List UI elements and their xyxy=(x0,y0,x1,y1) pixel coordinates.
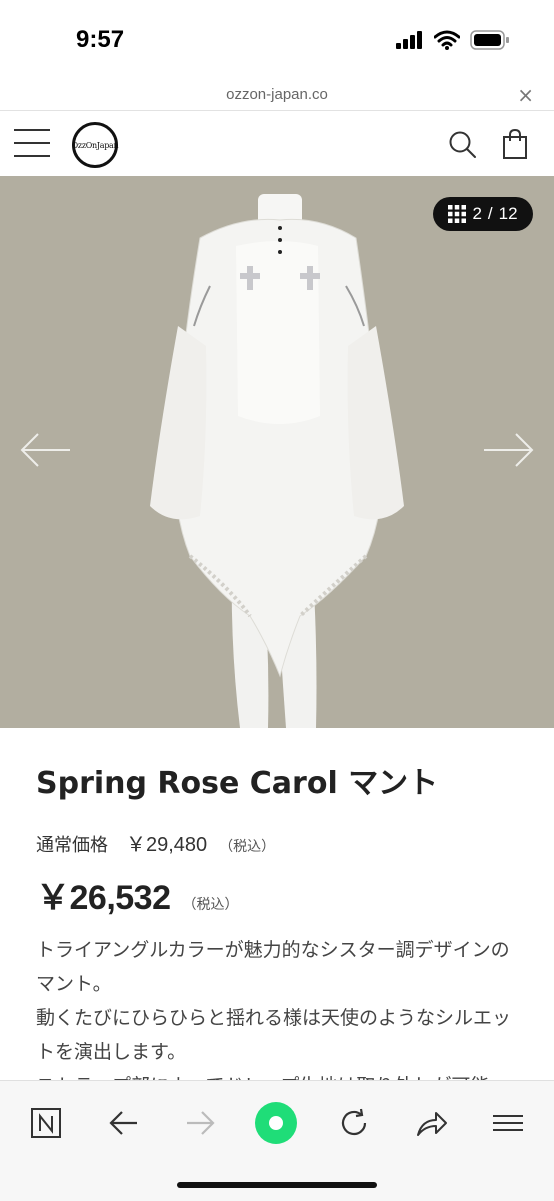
sale-price-tax-note: （税込） xyxy=(182,897,239,913)
shopping-bag-icon[interactable] xyxy=(500,128,530,160)
menu-icon[interactable] xyxy=(486,1101,530,1145)
regular-price: ￥29,480 xyxy=(126,834,208,856)
wifi-icon xyxy=(434,30,460,50)
logo-text: OzzOnJapan xyxy=(71,140,119,150)
regular-price-tax-note: （税込） xyxy=(219,839,276,855)
status-icons xyxy=(396,30,510,50)
share-icon[interactable] xyxy=(410,1101,454,1145)
hamburger-menu-icon[interactable] xyxy=(14,129,50,159)
product-description: トライアングルカラーが魅力的なシスター調デザインのマント。 動くたびにひらひらと… xyxy=(36,933,526,1083)
home-dot-icon[interactable] xyxy=(254,1101,298,1145)
next-image-arrow-icon[interactable] xyxy=(482,432,534,468)
search-icon[interactable] xyxy=(448,130,478,160)
counter-current: 2 xyxy=(472,204,482,223)
counter-separator: / xyxy=(487,204,493,223)
grid-icon xyxy=(448,205,467,223)
status-bar: 9:57 xyxy=(0,0,554,80)
home-indicator[interactable] xyxy=(177,1182,377,1188)
n-logo-icon[interactable] xyxy=(24,1101,68,1145)
sale-price: ￥26,532 xyxy=(36,879,171,917)
url-text[interactable]: ozzon-japan.co xyxy=(0,86,554,103)
sale-price-row: ￥26,532 （税込） xyxy=(36,870,239,919)
battery-icon xyxy=(470,30,509,50)
close-icon[interactable]: × xyxy=(517,83,534,107)
status-time: 9:57 xyxy=(76,26,125,53)
reload-icon[interactable] xyxy=(332,1101,376,1145)
cellular-signal-icon xyxy=(396,31,422,49)
regular-price-label: 通常価格 xyxy=(36,835,108,856)
product-image-gallery[interactable]: 2 / 12 xyxy=(0,176,554,728)
description-line: 動くたびにひらひらと揺れる様は天使のようなシルエットを演出します。 xyxy=(36,1007,512,1063)
previous-image-arrow-icon[interactable] xyxy=(20,432,72,468)
product-title: Spring Rose Carol マント xyxy=(36,766,439,801)
back-icon[interactable] xyxy=(102,1101,146,1145)
counter-total: 12 xyxy=(498,204,518,223)
image-counter[interactable]: 2 / 12 xyxy=(433,197,533,231)
site-header: OzzOnJapan xyxy=(0,112,554,176)
regular-price-row: 通常価格 ￥29,480 （税込） xyxy=(36,828,275,857)
site-logo[interactable]: OzzOnJapan xyxy=(71,122,119,168)
product-image xyxy=(150,194,404,728)
address-bar[interactable]: ozzon-japan.co × xyxy=(0,80,554,110)
divider xyxy=(0,110,554,111)
forward-icon[interactable] xyxy=(178,1101,222,1145)
description-line: トライアングルカラーが魅力的なシスター調デザインのマント。 xyxy=(36,939,510,995)
